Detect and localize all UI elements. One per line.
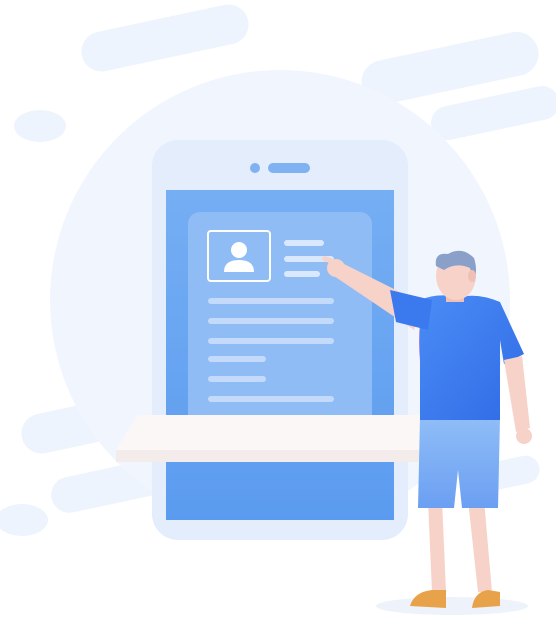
person-shadow — [376, 597, 528, 615]
phone-camera — [250, 163, 260, 173]
bg-streak — [431, 86, 556, 140]
shelf — [116, 415, 432, 462]
card-text-line — [208, 376, 266, 382]
bg-streak — [14, 110, 66, 142]
card-text-line — [208, 356, 266, 362]
avatar-head — [231, 242, 247, 258]
phone-speaker — [268, 163, 310, 173]
card-text-line — [208, 396, 334, 402]
bg-streak — [0, 504, 48, 536]
illustration-stage — [0, 0, 556, 618]
illustration-svg — [0, 4, 556, 615]
shorts — [418, 418, 500, 508]
profile-card-background — [188, 212, 372, 442]
card-text-line — [208, 298, 334, 304]
resting-arm — [504, 356, 530, 432]
profile-card — [188, 212, 372, 442]
bg-streak — [81, 4, 249, 72]
left-leg — [428, 500, 446, 592]
left-shoe — [410, 590, 446, 608]
shelf-top — [116, 415, 432, 450]
card-text-line — [208, 318, 334, 324]
resting-hand — [516, 428, 532, 444]
right-leg — [468, 500, 492, 592]
card-name-line — [284, 240, 324, 246]
phone — [152, 140, 408, 540]
shelf-front — [116, 450, 432, 462]
card-text-line — [208, 338, 334, 344]
right-shoe — [472, 590, 500, 608]
card-detail-line — [284, 271, 320, 277]
ear — [468, 270, 476, 282]
